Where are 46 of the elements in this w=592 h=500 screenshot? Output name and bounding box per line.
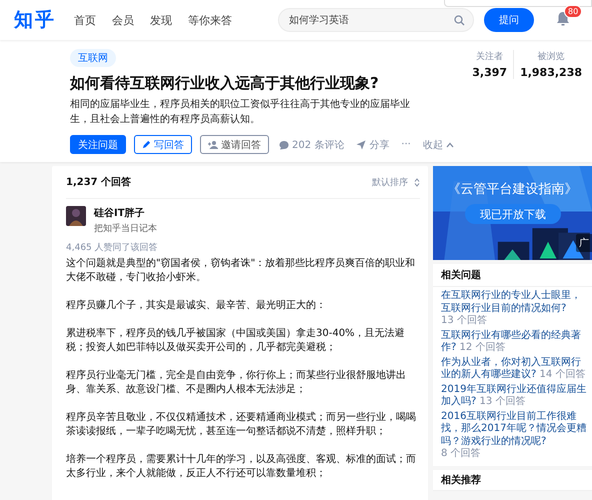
related-question-link[interactable]: 2016互联网行业目前工作很难找，那么2017年呢？情况会更糟吗？游戏行业的情况呢? 8 个回答 (441, 410, 589, 460)
nav-link[interactable]: 发现 (150, 12, 172, 28)
question-title: 如何看待互联网行业收入远高于其他行业现象? (70, 74, 380, 93)
ask-button[interactable]: 提问 (484, 8, 534, 32)
avatar[interactable] (66, 206, 86, 226)
related-question-link[interactable]: 作为从业者，你对初入互联网行业的新人有哪些建议? 14 个回答 (441, 356, 589, 382)
card-title: 相关问题 (433, 264, 592, 287)
download-button[interactable]: 现已开放下载 (465, 204, 561, 224)
stat-value: 3,397 (472, 66, 508, 79)
nav-link[interactable]: 首页 (74, 12, 96, 28)
bell-icon[interactable] (556, 10, 570, 26)
nav-link[interactable]: 会员 (112, 12, 134, 28)
question-description: 相同的应届毕业生，程序员相关的职位工资似乎往往高于其他专业的应届毕业生，且社会上普遍性的有程序员高薪认知。 (70, 98, 411, 127)
topic-tag[interactable]: 互联网 (70, 49, 116, 67)
logo[interactable]: 知乎 (14, 7, 56, 33)
pencil-icon (142, 140, 151, 149)
related-question-link[interactable]: 在互联网行业的专业人士眼里，互联网行业目前的情况如何? 13 个回答 (441, 290, 589, 328)
invite-button[interactable]: 邀请回答 (200, 135, 269, 154)
author-name[interactable]: 硅谷IT胖子 (94, 206, 157, 220)
answer-paragraph: 累进税率下，程序员的钱几乎被国家（中国或美国）拿走30-40%，且无法避税；投资人如巴菲特以及做买卖开公司的，几乎都完美避税； (66, 327, 406, 355)
add-user-icon (208, 140, 218, 149)
author-bio: 把知乎当日记本 (94, 222, 157, 235)
nav-link[interactable]: 等你来答 (188, 12, 232, 28)
answer-paragraph: 程序员辛苦且敬业，不仅仅精通技术，还要精通商业模式；而另一些行业，喝喝茶读读报纸，一辈子吃喝无忧，甚至连一句整话都说不清楚，照样升职； (66, 411, 417, 439)
search-icon[interactable] (454, 15, 465, 26)
related-question-link[interactable]: 2019年互联网行业还值得应届生加入吗? 13 个回答 (441, 384, 589, 408)
answer-paragraph: 这个问题就是典型的"窃国者侯，窃钩者诛"：放着那些比程序员爽百倍的职业和大佬不敢碰，专门收拾小虾米。 (66, 257, 416, 285)
answer-paragraph: 程序员赚几个子，其实是最诚实、最辛苦、最光明正大的： (66, 299, 327, 313)
related-question-link[interactable]: 互联网行业有哪些必看的经典著作? 12 个回答 (441, 330, 589, 354)
stat-value: 1,983,238 (520, 66, 582, 79)
stat-label: 关注者 (476, 50, 504, 63)
stat-label: 被浏览 (538, 50, 565, 63)
caret-up-icon (446, 142, 454, 148)
comment-icon (279, 140, 289, 150)
ad-title: 《云管平台建设指南》 (446, 181, 578, 198)
answer-paragraph: 培养一个程序员，需要累计十几年的学习，以及高强度、客观、标准的面试；而太多行业，来个人就能做，反正人不行还可以靠数量堆积； (66, 453, 417, 481)
answer-count: 1,237 个回答 (66, 176, 132, 189)
send-icon (356, 140, 366, 150)
vote-count: 4,465 人赞同了该回答 (66, 242, 159, 254)
ad-label: 广 (576, 234, 592, 252)
search-field[interactable]: 如何学习英语 (278, 8, 474, 32)
answer-paragraph: 程序员行业毫无门槛，完全是自由竞争，你行你上；而某些行业很舒服地讲出身、靠关系、故意设门槛、不是圈内人根本无法涉足； (66, 369, 407, 397)
write-answer-button[interactable]: 写回答 (134, 135, 192, 154)
sort-icon (414, 178, 420, 186)
card-title: 相关推荐 (433, 470, 592, 490)
follow-button[interactable]: 关注问题 (70, 135, 126, 154)
